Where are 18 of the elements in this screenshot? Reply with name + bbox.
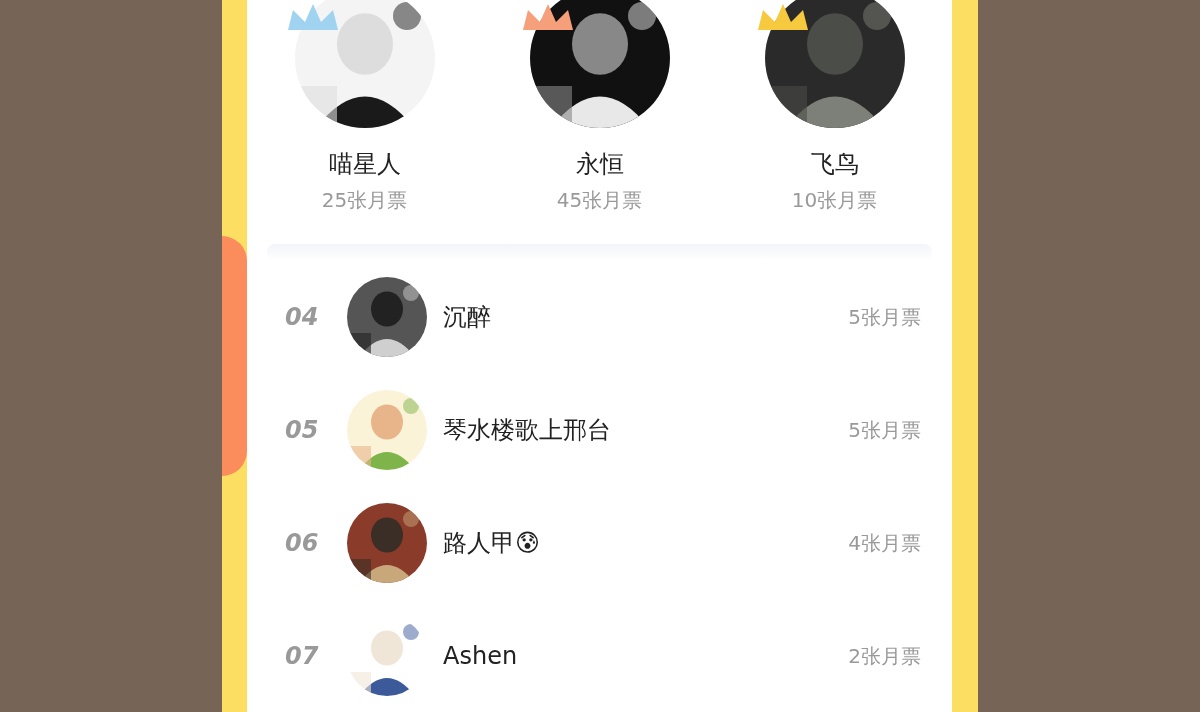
vote-count: 5张月票 bbox=[848, 303, 921, 331]
user-name: 永恒 bbox=[575, 149, 624, 180]
rank-number: 05 bbox=[285, 414, 320, 446]
rank-number: 06 bbox=[285, 527, 320, 559]
vote-count: 45张月票 bbox=[556, 187, 643, 214]
vote-count: 5张月票 bbox=[848, 416, 921, 444]
rank-number: 04 bbox=[285, 301, 320, 333]
vote-count: 2张月票 bbox=[848, 642, 921, 670]
user-name: Ashen bbox=[443, 640, 519, 672]
vote-count: 4张月票 bbox=[848, 529, 921, 557]
user-name: 路人甲😰 bbox=[443, 527, 542, 559]
user-name: 飞鸟 bbox=[810, 149, 859, 180]
user-name: 沉醉 bbox=[443, 301, 492, 333]
rank-number: 07 bbox=[285, 640, 320, 672]
vote-count: 25张月票 bbox=[321, 187, 408, 214]
user-name: 琴水楼歌上邢台 bbox=[443, 414, 612, 446]
user-name: 喵星人 bbox=[328, 149, 401, 180]
vote-count: 10张月票 bbox=[791, 187, 878, 214]
